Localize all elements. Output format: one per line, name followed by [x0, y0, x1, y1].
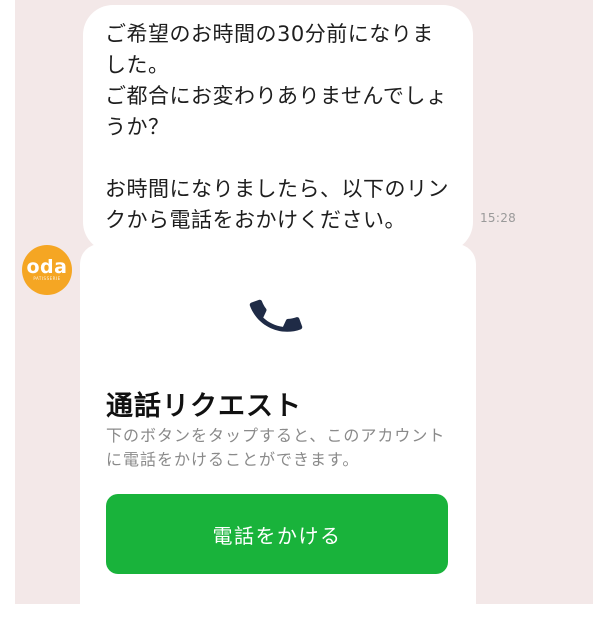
avatar[interactable]: oda PATISSERIE — [22, 245, 72, 295]
avatar-brand: oda — [26, 256, 68, 278]
card-description: 下のボタンをタップすると、このアカウントに電話をかけることができます。 — [106, 426, 446, 469]
message-timestamp: 15:28 — [480, 211, 517, 225]
message-line: ご都合にお変わりありませんでしょうか？ — [105, 84, 448, 139]
message-line: お時間になりましたら、以下のリンクから電話をおかけください。 — [105, 177, 449, 232]
message-line: ご希望のお時間の30分前になりました。 — [105, 22, 434, 77]
avatar-subtitle: PATISSERIE — [33, 276, 61, 281]
phone-icon — [249, 299, 303, 332]
card-title: 通話リクエスト — [106, 391, 302, 422]
message-bubble: ご希望のお時間の30分前になりました。 ご都合にお変わりありませんでしょうか？ … — [83, 5, 473, 252]
call-button[interactable]: 電話をかける — [106, 494, 448, 574]
